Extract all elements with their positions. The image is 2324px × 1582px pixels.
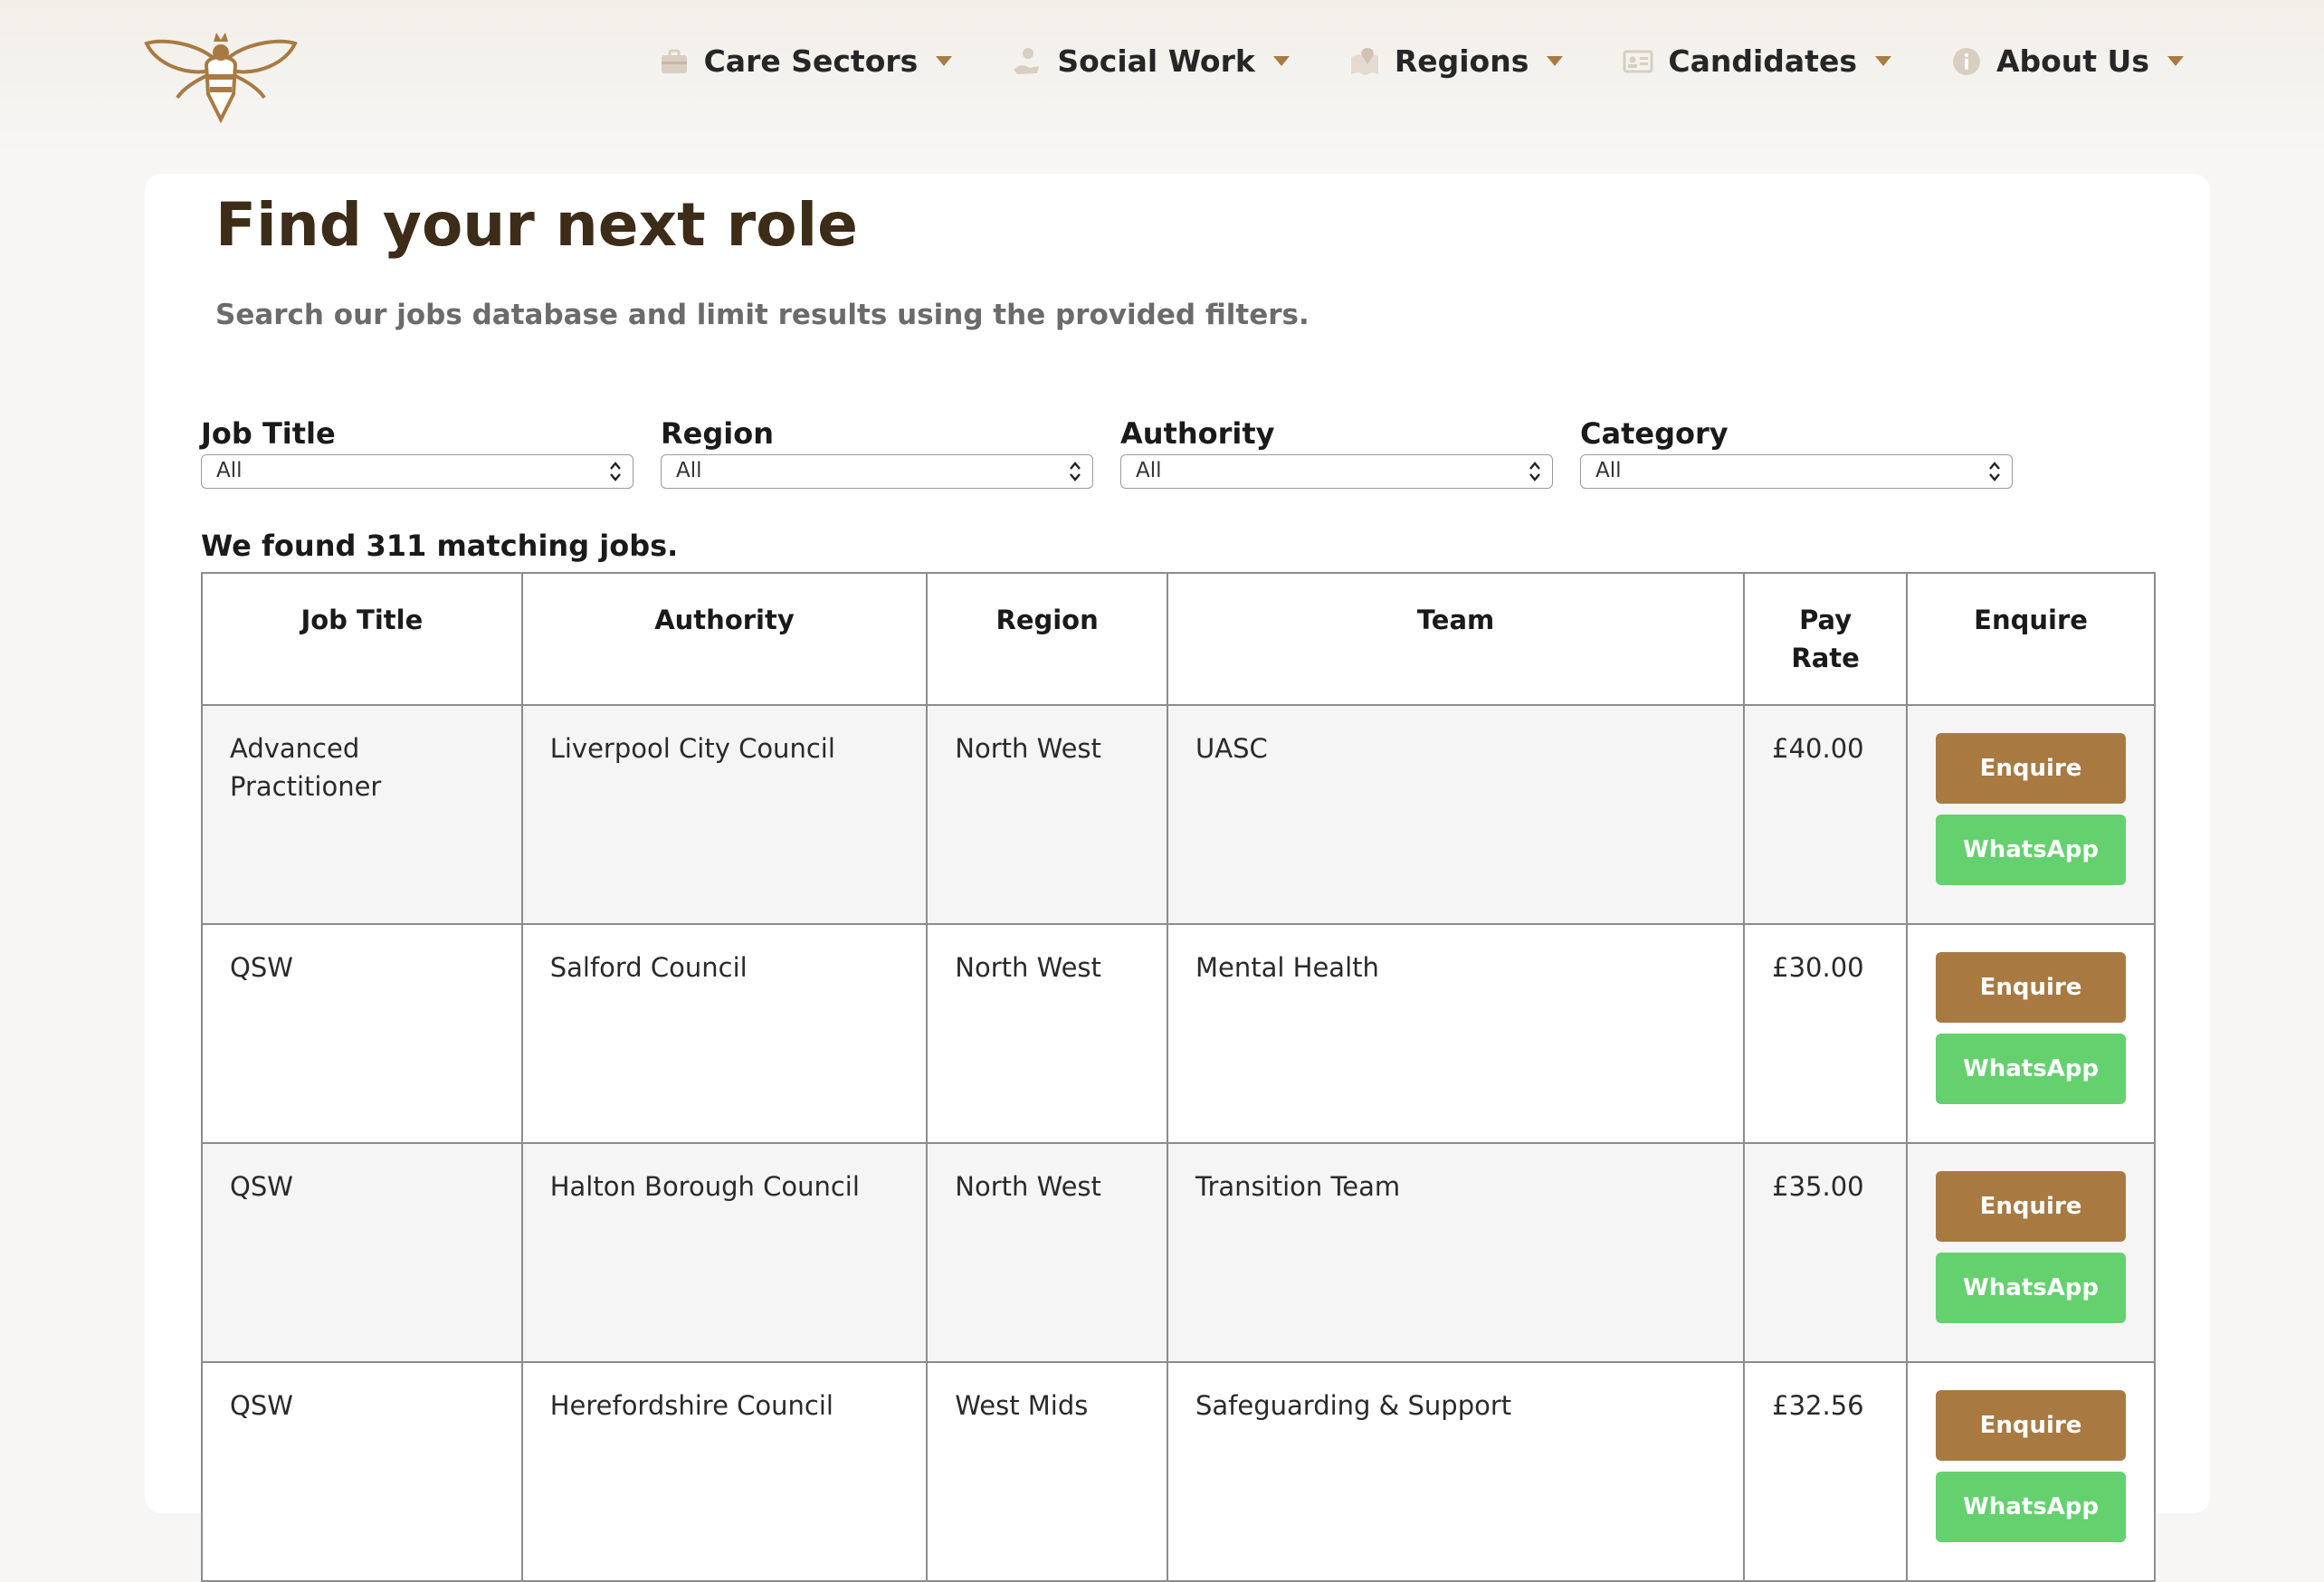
nav-label: Care Sectors xyxy=(703,43,919,79)
page-title: Find your next role xyxy=(215,190,858,260)
nav-label: Regions xyxy=(1394,43,1529,79)
header-job-title: Job Title xyxy=(201,572,523,706)
nav-label: About Us xyxy=(1995,43,2149,79)
result-count: We found 311 matching jobs. xyxy=(201,529,679,563)
filter-authority: Authority All xyxy=(1120,416,1553,489)
select-value: All xyxy=(1136,459,1162,482)
briefcase-icon xyxy=(661,49,687,73)
nav-social-work[interactable]: Social Work xyxy=(1012,43,1290,79)
nav-regions[interactable]: Regions xyxy=(1349,43,1564,79)
cell-authority: Salford Council xyxy=(520,923,929,1144)
table-row: QSW Herefordshire Council West Mids Safe… xyxy=(201,1361,2156,1582)
filter-label: Category xyxy=(1580,416,1729,451)
whatsapp-button[interactable]: WhatsApp xyxy=(1936,815,2127,885)
caret-down-icon xyxy=(1547,56,1564,66)
cell-region: North West xyxy=(926,704,1168,925)
select-arrows-icon xyxy=(610,462,621,481)
filter-label: Authority xyxy=(1120,416,1275,451)
enquire-button[interactable]: Enquire xyxy=(1936,1390,2127,1461)
table-row: QSW Salford Council North West Mental He… xyxy=(201,923,2156,1144)
whatsapp-button[interactable]: WhatsApp xyxy=(1936,1253,2127,1323)
main-nav: Care Sectors Social Work Regions Candida… xyxy=(659,43,2184,79)
job-search-card: Find your next role Search our jobs data… xyxy=(145,174,2210,1582)
header-pay-rate: Pay Rate xyxy=(1743,572,1909,706)
nav-about-us[interactable]: About Us xyxy=(1951,43,2184,79)
whatsapp-button[interactable]: WhatsApp xyxy=(1936,1034,2127,1104)
filter-job-title: Job Title All xyxy=(201,416,633,489)
nav-candidates[interactable]: Candidates xyxy=(1623,43,1891,79)
cell-pay-rate: £40.00 xyxy=(1743,704,1909,925)
header-enquire: Enquire xyxy=(1906,572,2156,706)
nav-label: Candidates xyxy=(1668,43,1857,79)
header-pay-line2: Rate xyxy=(1791,643,1860,673)
cell-authority: Herefordshire Council xyxy=(520,1361,929,1582)
filter-region: Region All xyxy=(661,416,1093,489)
whatsapp-button[interactable]: WhatsApp xyxy=(1936,1472,2127,1542)
site-header: Care Sectors Social Work Regions Candida… xyxy=(0,0,2324,163)
table-row: QSW Halton Borough Council North West Tr… xyxy=(201,1142,2156,1363)
cell-enquire: Enquire WhatsApp xyxy=(1906,704,2156,925)
filter-label: Region xyxy=(661,416,774,451)
caret-down-icon xyxy=(1272,56,1290,66)
header-authority: Authority xyxy=(520,572,929,706)
cell-team: Mental Health xyxy=(1166,923,1746,1144)
region-select[interactable]: All xyxy=(661,454,1093,489)
cell-enquire: Enquire WhatsApp xyxy=(1906,1142,2156,1363)
cell-authority: Liverpool City Council xyxy=(520,704,929,925)
cell-job-title: QSW xyxy=(201,1361,523,1582)
cell-job-title: QSW xyxy=(201,1142,523,1363)
enquire-button[interactable]: Enquire xyxy=(1936,952,2127,1023)
job-title-select[interactable]: All xyxy=(201,454,633,489)
cell-job-title: Advanced Practitioner xyxy=(201,704,523,925)
filter-label: Job Title xyxy=(201,416,336,451)
cell-enquire: Enquire WhatsApp xyxy=(1906,1361,2156,1582)
cell-pay-rate: £30.00 xyxy=(1743,923,1909,1144)
cell-pay-rate: £32.56 xyxy=(1743,1361,1909,1582)
caret-down-icon xyxy=(1874,56,1891,66)
table-header-row: Job Title Authority Region Team Pay Rate… xyxy=(201,572,2156,706)
authority-select[interactable]: All xyxy=(1120,454,1553,489)
header-pay-line1: Pay xyxy=(1799,605,1853,635)
filter-bar: Job Title All Region All Authority All C… xyxy=(201,416,2013,489)
map-pin-icon xyxy=(1350,47,1378,75)
info-icon xyxy=(1952,47,1980,75)
cell-team: UASC xyxy=(1166,704,1746,925)
nav-label: Social Work xyxy=(1057,43,1255,79)
cell-team: Transition Team xyxy=(1166,1142,1746,1363)
enquire-button[interactable]: Enquire xyxy=(1936,733,2127,804)
cell-job-title: QSW xyxy=(201,923,523,1144)
cell-team: Safeguarding & Support xyxy=(1166,1361,1746,1582)
page-subtitle: Search our jobs database and limit resul… xyxy=(215,299,1310,331)
select-value: All xyxy=(216,459,243,482)
cell-region: West Mids xyxy=(926,1361,1168,1582)
cell-region: North West xyxy=(926,923,1168,1144)
caret-down-icon xyxy=(936,56,953,66)
enquire-button[interactable]: Enquire xyxy=(1936,1171,2127,1242)
caret-down-icon xyxy=(2167,56,2184,66)
category-select[interactable]: All xyxy=(1580,454,2013,489)
cell-region: North West xyxy=(926,1142,1168,1363)
header-team: Team xyxy=(1166,572,1746,706)
cell-authority: Halton Borough Council xyxy=(520,1142,929,1363)
nav-care-sectors[interactable]: Care Sectors xyxy=(659,43,953,79)
select-value: All xyxy=(676,459,702,482)
header-region: Region xyxy=(926,572,1168,706)
table-row: Advanced Practitioner Liverpool City Cou… xyxy=(201,704,2156,925)
caring-hand-icon xyxy=(1014,47,1040,74)
cell-pay-rate: £35.00 xyxy=(1743,1142,1909,1363)
select-value: All xyxy=(1595,459,1622,482)
select-arrows-icon xyxy=(1529,462,1540,481)
id-card-icon xyxy=(1623,50,1653,72)
select-arrows-icon xyxy=(1070,462,1081,481)
jobs-table: Job Title Authority Region Team Pay Rate… xyxy=(201,572,2156,1582)
cell-enquire: Enquire WhatsApp xyxy=(1906,923,2156,1144)
filter-category: Category All xyxy=(1580,416,2013,489)
select-arrows-icon xyxy=(1989,462,2000,481)
bee-logo-icon[interactable] xyxy=(143,24,299,123)
